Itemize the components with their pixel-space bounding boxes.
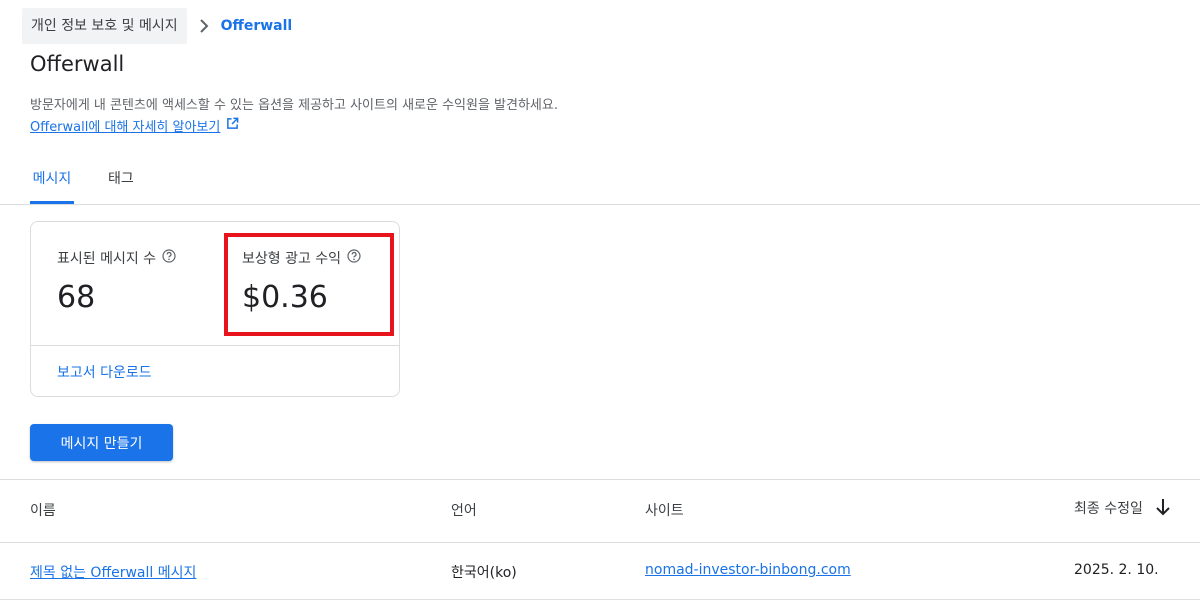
tab-bar: 메시지 태그 — [0, 160, 1200, 205]
stat-messages-shown-label: 표시된 메시지 수 — [57, 251, 157, 267]
column-header-site[interactable]: 사이트 — [645, 500, 684, 520]
breadcrumb: 개인 정보 보호 및 메시지 Offerwall — [22, 8, 292, 44]
open-in-new-icon — [226, 117, 239, 134]
help-icon[interactable] — [162, 249, 176, 267]
page-description: 방문자에게 내 콘텐츠에 액세스할 수 있는 옵션을 제공하고 사이트의 새로운… — [30, 98, 558, 113]
table-divider — [0, 542, 1200, 543]
stat-messages-shown-value: 68 — [57, 280, 96, 315]
message-modified-date: 2025. 2. 10. — [1074, 562, 1159, 578]
chevron-right-icon — [187, 19, 221, 33]
breadcrumb-current: Offerwall — [220, 18, 293, 34]
download-report-link[interactable]: 보고서 다운로드 — [57, 362, 152, 382]
breadcrumb-privacy-messaging[interactable]: 개인 정보 보호 및 메시지 — [22, 8, 187, 44]
arrow-down-icon[interactable] — [1155, 498, 1171, 520]
column-header-modified-label: 최종 수정일 — [1074, 501, 1143, 517]
table-divider — [0, 599, 1200, 600]
create-message-button[interactable]: 메시지 만들기 — [30, 424, 173, 461]
tab-messages[interactable]: 메시지 — [30, 168, 74, 204]
table-divider — [0, 479, 1200, 480]
column-header-language[interactable]: 언어 — [451, 500, 477, 520]
stat-messages-shown: 표시된 메시지 수 68 — [57, 248, 176, 315]
message-language: 한국어(ko) — [451, 565, 517, 581]
card-divider — [31, 345, 399, 346]
highlight-box — [224, 233, 394, 336]
tab-tags[interactable]: 태그 — [108, 168, 134, 204]
column-header-name[interactable]: 이름 — [30, 500, 56, 520]
column-header-modified[interactable]: 최종 수정일 — [1074, 498, 1171, 520]
page-title: Offerwall — [30, 52, 125, 76]
message-name-link[interactable]: 제목 없는 Offerwall 메시지 — [30, 562, 196, 582]
learn-more-link[interactable]: Offerwall에 대해 자세히 알아보기 — [30, 116, 239, 135]
message-site-link[interactable]: nomad-investor-binbong.com — [645, 562, 851, 578]
learn-more-label: Offerwall에 대해 자세히 알아보기 — [30, 120, 221, 135]
